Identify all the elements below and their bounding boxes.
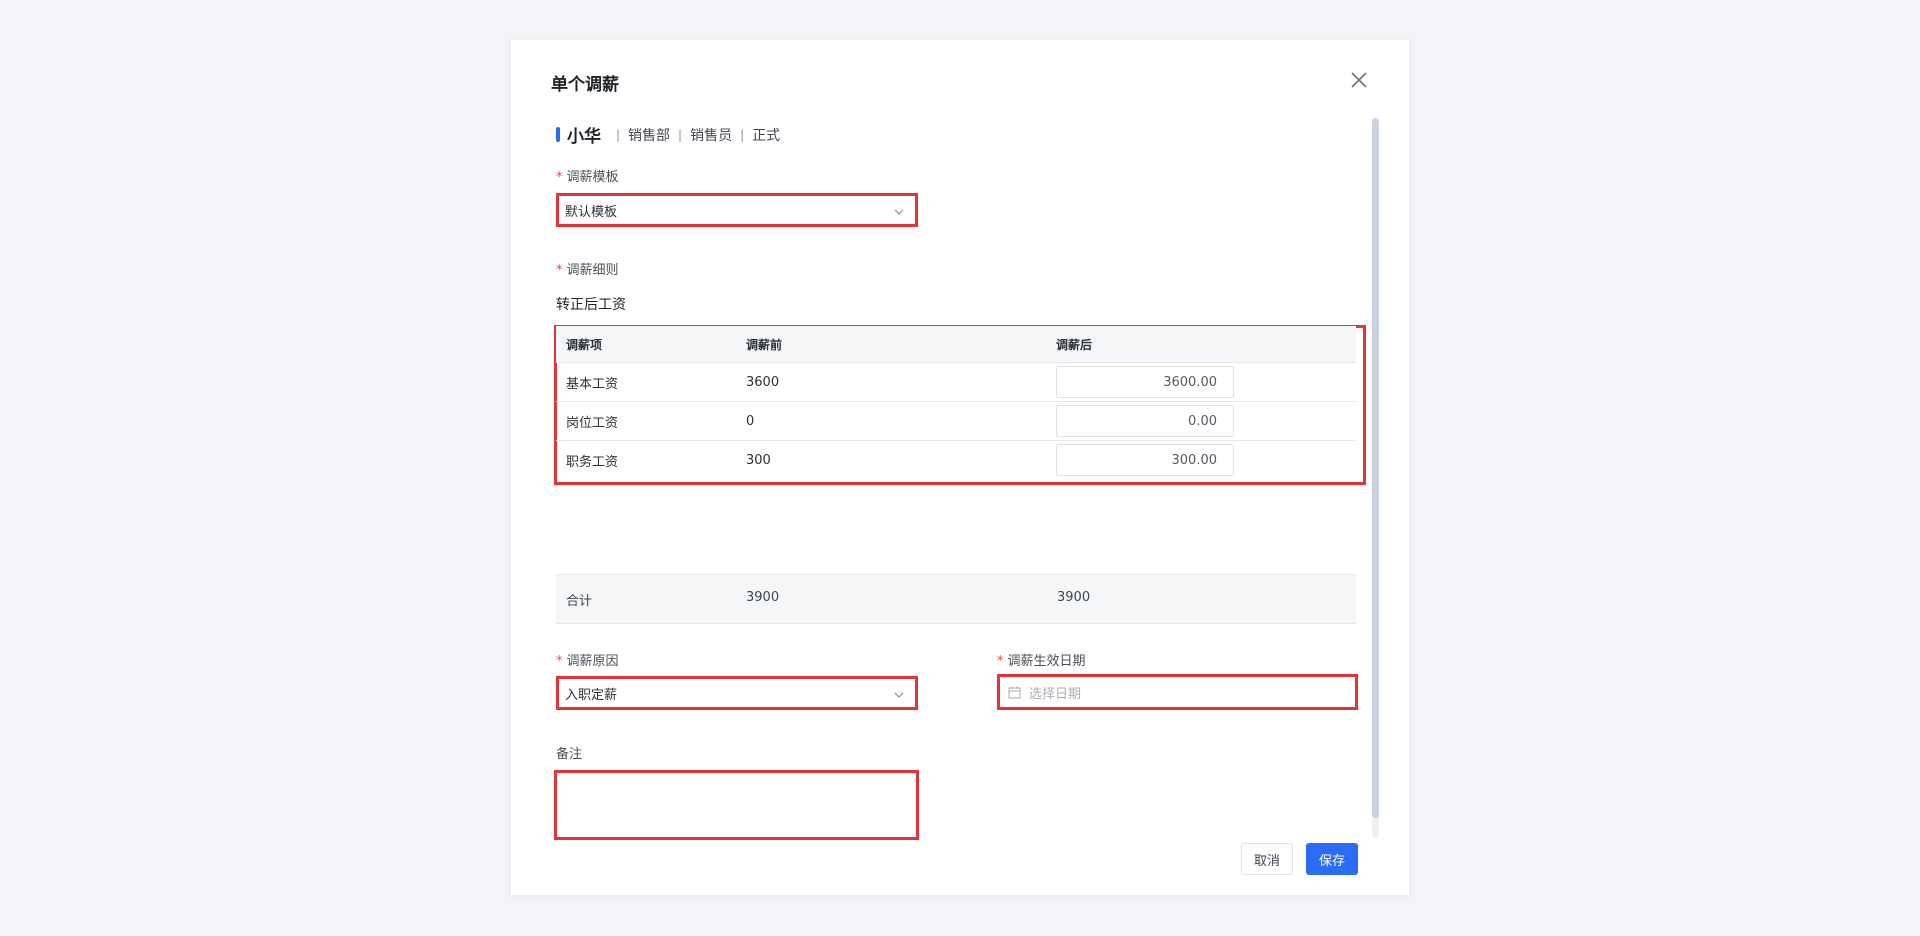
- required-mark: *: [556, 263, 563, 278]
- template-select-value: 默认模板: [565, 204, 618, 220]
- column-header-after: 调薪后: [1046, 326, 1356, 363]
- after-amount-input[interactable]: [1056, 444, 1234, 476]
- remark-textarea[interactable]: [554, 770, 919, 840]
- total-before: 3900: [746, 590, 780, 605]
- scrollbar-thumb[interactable]: [1372, 118, 1379, 818]
- after-amount-input[interactable]: [1056, 366, 1234, 398]
- required-mark: *: [556, 170, 563, 185]
- remark-label: 备注: [556, 747, 583, 762]
- employee-info: 小华 | 销售部 | 销售员 | 正式: [556, 122, 780, 147]
- required-mark: *: [997, 654, 1004, 669]
- row-after-cell: [1046, 440, 1356, 479]
- total-after: 3900: [1057, 590, 1091, 605]
- template-select[interactable]: 默认模板: [556, 193, 918, 227]
- salary-table: 调薪项 调薪前 调薪后 基本工资 3600 岗位工资 0 职务工资: [556, 326, 1356, 479]
- row-item: 职务工资: [556, 440, 736, 479]
- reason-select-value: 入职定薪: [565, 687, 618, 703]
- calendar-icon: [1008, 686, 1021, 698]
- row-after-cell: [1046, 401, 1356, 441]
- template-label: * 调薪模板: [556, 170, 619, 185]
- rules-label: * 调薪细则: [556, 263, 619, 278]
- employee-department: 销售部: [628, 127, 671, 144]
- effective-date-label: * 调薪生效日期: [997, 654, 1086, 669]
- scrollbar[interactable]: [1372, 118, 1379, 838]
- divider: |: [616, 127, 621, 142]
- chevron-down-icon: [894, 692, 904, 698]
- divider: |: [678, 127, 683, 142]
- close-icon[interactable]: [1349, 70, 1369, 90]
- cancel-button[interactable]: 取消: [1241, 843, 1293, 875]
- after-amount-input[interactable]: [1056, 405, 1234, 437]
- table-row: 岗位工资 0: [556, 401, 1356, 441]
- row-item: 岗位工资: [556, 401, 736, 441]
- salary-adjust-dialog: 单个调薪 小华 | 销售部 | 销售员 | 正式 * 调薪模板 默认模板 * 调薪细…: [511, 40, 1409, 895]
- date-placeholder: 选择日期: [1029, 686, 1082, 702]
- employee-position: 销售员: [690, 127, 733, 144]
- save-button[interactable]: 保存: [1306, 843, 1358, 875]
- table-header-row: 调薪项 调薪前 调薪后: [556, 326, 1356, 363]
- row-before: 300: [736, 440, 1046, 479]
- employee-name: 小华: [567, 127, 601, 147]
- row-before: 0: [736, 401, 1046, 441]
- column-header-before: 调薪前: [736, 326, 1046, 363]
- column-header-item: 调薪项: [556, 326, 736, 363]
- chevron-down-icon: [894, 209, 904, 215]
- total-row: 合计 3900 3900: [556, 574, 1356, 624]
- divider: |: [740, 127, 745, 142]
- table-row: 基本工资 3600: [556, 362, 1356, 402]
- row-before: 3600: [736, 362, 1046, 402]
- reason-select[interactable]: 入职定薪: [556, 676, 918, 710]
- total-label: 合计: [566, 594, 593, 609]
- section-title: 转正后工资: [556, 297, 626, 313]
- accent-bar: [556, 127, 560, 142]
- table-row: 职务工资 300: [556, 440, 1356, 479]
- row-after-cell: [1046, 362, 1356, 402]
- dialog-title: 单个调薪: [551, 75, 619, 95]
- row-item: 基本工资: [556, 362, 736, 402]
- required-mark: *: [556, 654, 563, 669]
- employee-status: 正式: [752, 127, 781, 144]
- reason-label: * 调薪原因: [556, 654, 619, 669]
- effective-date-picker[interactable]: 选择日期: [997, 674, 1358, 710]
